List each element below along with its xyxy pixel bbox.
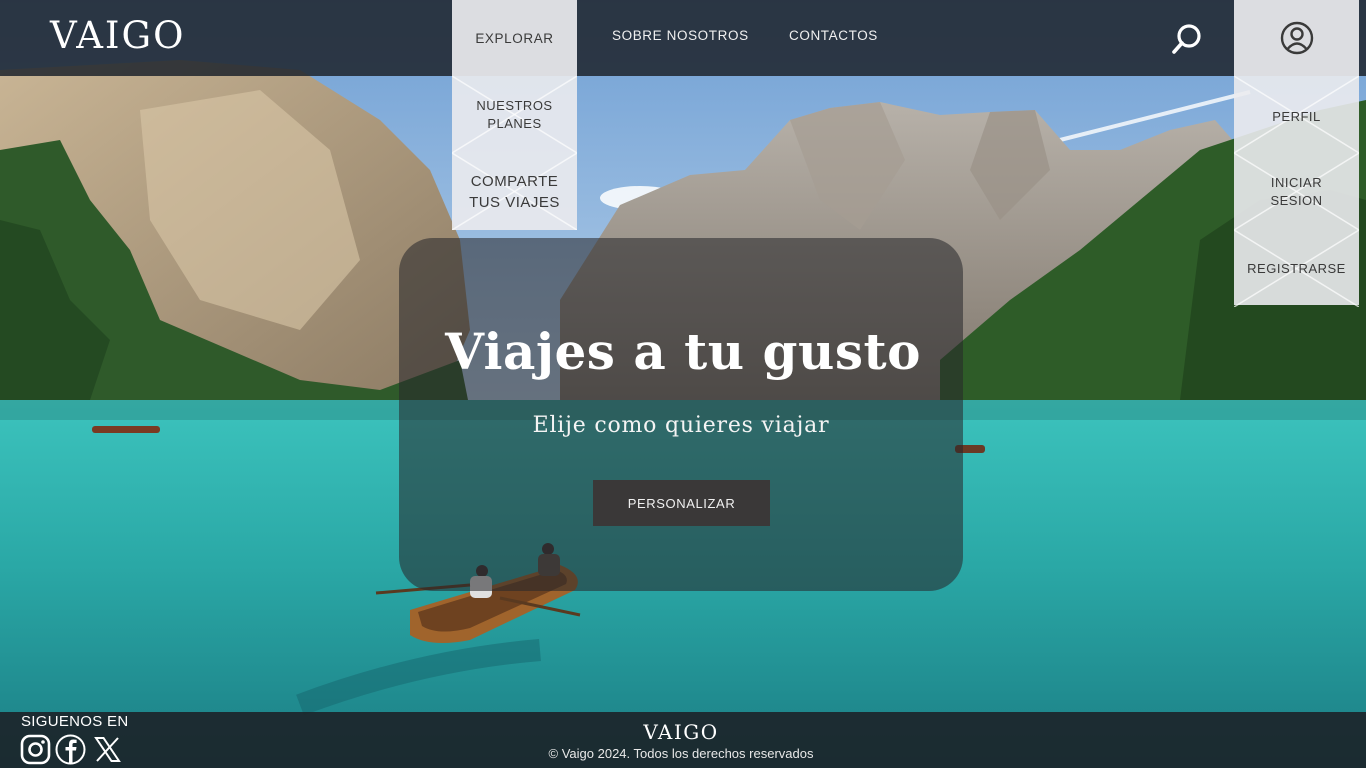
menu-item-label: NUESTROS PLANES (476, 97, 553, 131)
menu-item-comparte-tus-viajes[interactable]: COMPARTE TUS VIAJES (452, 153, 577, 230)
nav-sobre-nosotros[interactable]: SOBRE NOSOTROS (612, 28, 749, 43)
brand-logo[interactable]: VAIGO (50, 14, 185, 57)
footer-logo: VAIGO (643, 720, 719, 744)
user-circle-icon (1280, 21, 1313, 55)
hero-title: Viajes a tu gusto (445, 322, 921, 381)
account-dropdown-menu: PERFIL INICIAR SESION REGISTRARSE (1234, 76, 1359, 307)
menu-item-label: REGISTRARSE (1247, 260, 1346, 276)
menu-item-perfil[interactable]: PERFIL (1234, 76, 1359, 153)
personalizar-button[interactable]: PERSONALIZAR (593, 480, 770, 526)
menu-item-label: PERFIL (1272, 108, 1321, 124)
copyright-text: © Vaigo 2024. Todos los derechos reserva… (548, 746, 814, 761)
account-menu-button[interactable] (1234, 0, 1359, 76)
hero-subtitle: Elije como quieres viajar (532, 413, 830, 438)
search-button[interactable] (1170, 22, 1204, 56)
menu-item-label: COMPARTE TUS VIAJES (469, 172, 560, 211)
search-icon (1172, 24, 1201, 54)
nav-contactos[interactable]: CONTACTOS (789, 28, 878, 43)
menu-item-nuestros-planes[interactable]: NUESTROS PLANES (452, 76, 577, 153)
menu-item-iniciar-sesion[interactable]: INICIAR SESION (1234, 153, 1359, 230)
nav-explorar[interactable]: EXPLORAR (452, 0, 577, 76)
menu-item-label: INICIAR SESION (1270, 174, 1323, 208)
menu-item-registrarse[interactable]: REGISTRARSE (1234, 230, 1359, 307)
explore-dropdown-menu: NUESTROS PLANES COMPARTE TUS VIAJES (452, 76, 577, 230)
